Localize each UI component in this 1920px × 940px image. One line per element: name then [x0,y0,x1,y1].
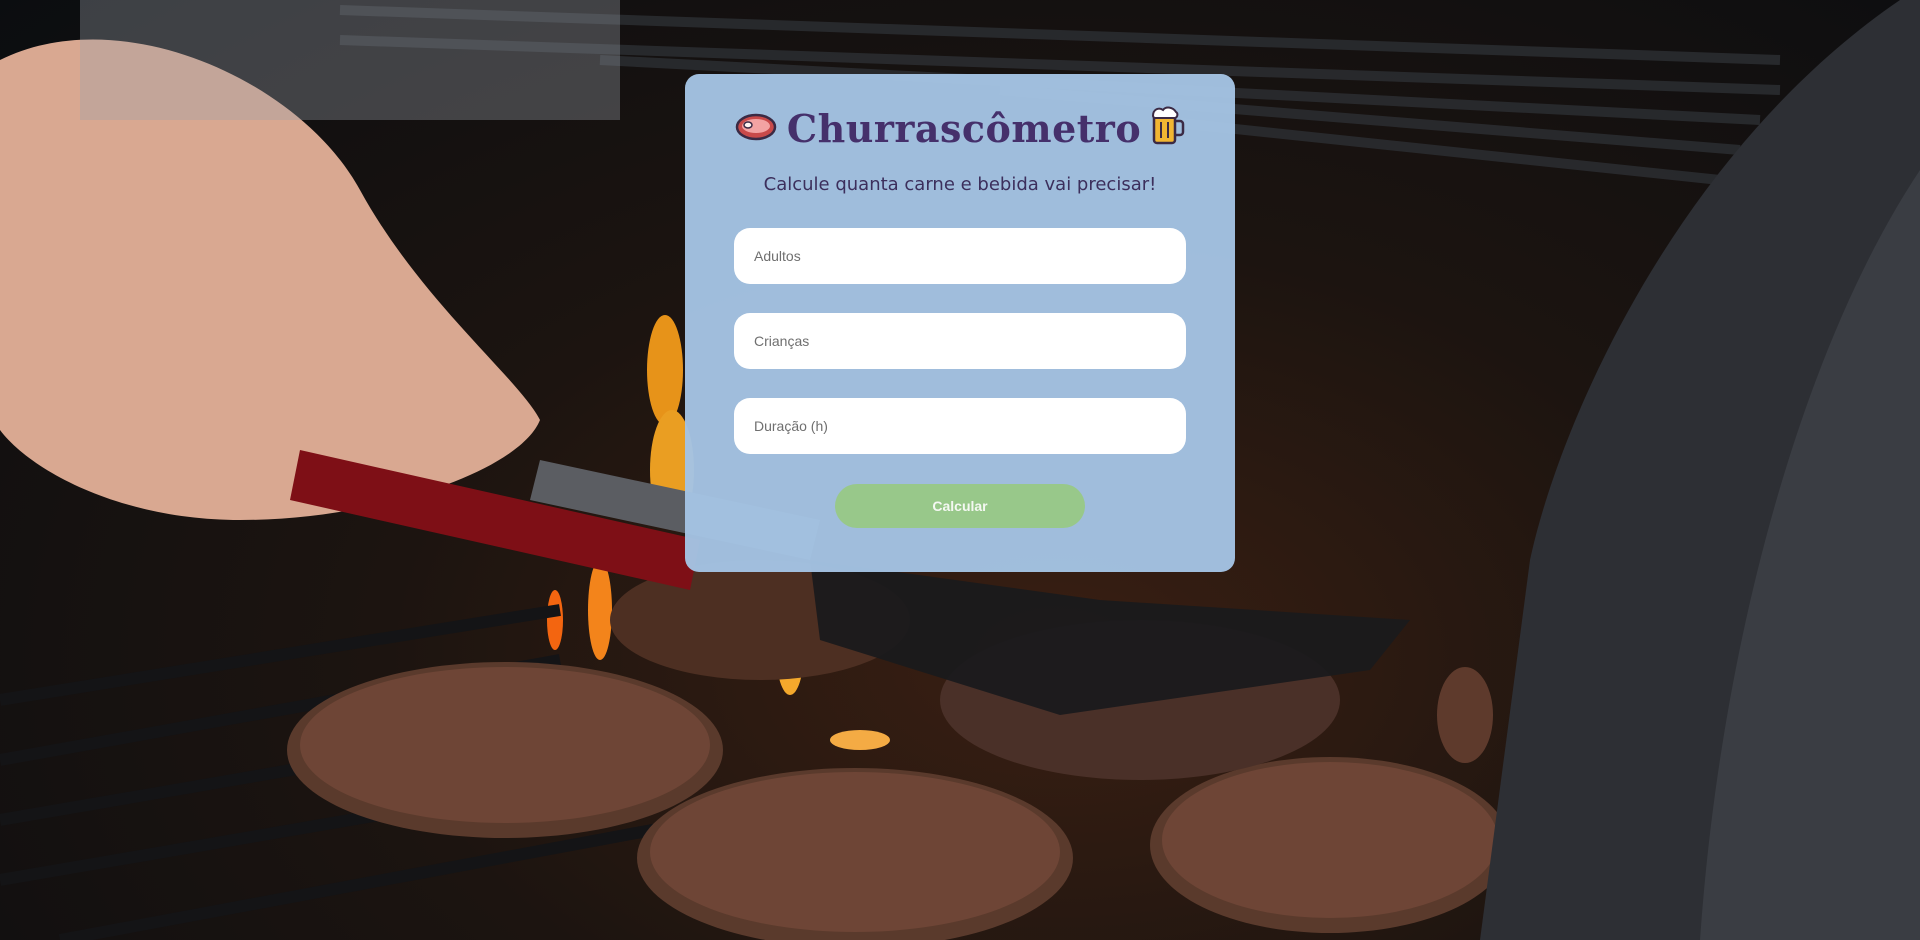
adults-input[interactable] [734,228,1186,284]
page-subtitle: Calcule quanta carne e bebida vai precis… [763,174,1157,195]
calculator-card: Churrascômetro Calcule quanta carne e be… [685,74,1235,572]
app-title: Churrascômetro [786,105,1142,151]
children-input[interactable] [734,313,1186,369]
calculate-button[interactable]: Calcular [835,484,1085,528]
meat-icon [735,110,777,147]
page-title: Churrascômetro [685,104,1235,152]
beer-mug-icon [1151,106,1185,151]
duration-input[interactable] [734,398,1186,454]
